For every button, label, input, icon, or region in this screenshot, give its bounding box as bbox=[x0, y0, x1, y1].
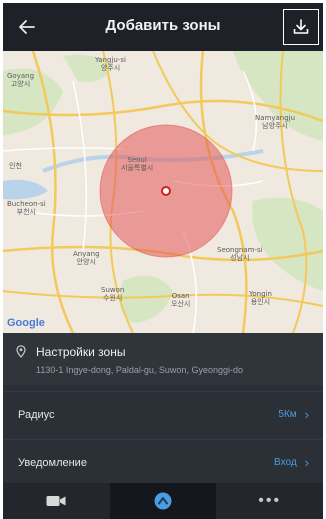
app-screen: Добавить зоны Goyang 고양시 Yangju-si 양주시 N… bbox=[3, 3, 323, 519]
zone-settings-header: Настройки зоны 1130-1 Ingye-dong, Paldal… bbox=[3, 333, 323, 385]
map-label-namyangju: Namyangju 남양주시 bbox=[255, 114, 296, 130]
google-logo: Google bbox=[7, 317, 45, 329]
bottom-navigation: ••• bbox=[3, 483, 323, 519]
map-view[interactable]: Goyang 고양시 Yangju-si 양주시 Namyangju 남양주시 … bbox=[3, 51, 323, 333]
map-label-bucheon: Bucheon-si 부천시 bbox=[7, 200, 46, 216]
page-title: Добавить зоны bbox=[105, 17, 221, 34]
back-button[interactable] bbox=[13, 13, 41, 41]
zone-address: 1130-1 Ingye-dong, Paldal-gu, Suwon, Gye… bbox=[36, 365, 243, 375]
map-label-incheon: 인천 bbox=[9, 162, 22, 170]
nav-location[interactable] bbox=[109, 483, 217, 519]
location-icon bbox=[154, 492, 172, 510]
nav-more[interactable]: ••• bbox=[216, 483, 323, 519]
nav-video[interactable] bbox=[3, 483, 110, 519]
radius-row[interactable]: Радиус 5Км › bbox=[3, 391, 323, 437]
zone-layer bbox=[99, 124, 233, 258]
map-label-suwon: Suwon 수원시 bbox=[101, 286, 125, 302]
notification-row[interactable]: Уведомление Вход › bbox=[3, 439, 323, 485]
map-label-seoul: Seoul 서울특별시 bbox=[121, 156, 154, 172]
download-icon bbox=[293, 19, 309, 34]
video-camera-icon bbox=[46, 496, 66, 506]
map-label-yongin: Yongin 용인시 bbox=[249, 290, 272, 306]
map-label-yangju: Yangju-si 양주시 bbox=[95, 56, 126, 72]
arrow-left-icon bbox=[19, 20, 35, 34]
chevron-right-icon: › bbox=[304, 455, 309, 470]
chevron-right-icon: › bbox=[304, 407, 309, 422]
map-pin-icon bbox=[16, 345, 26, 358]
zone-settings-title: Настройки зоны bbox=[36, 345, 126, 359]
notification-label: Уведомление bbox=[18, 456, 87, 469]
zone-settings-panel: Настройки зоны 1130-1 Ingye-dong, Paldal… bbox=[3, 333, 323, 483]
map-label-osan: Osan 오산시 bbox=[171, 292, 191, 308]
notification-value: Вход bbox=[274, 457, 297, 468]
radius-label: Радиус bbox=[18, 408, 55, 421]
map-label-seongnam: Seongnam-si 성남시 bbox=[217, 246, 263, 262]
radius-value: 5Км bbox=[278, 409, 297, 420]
map-label-anyang: Anyang 안양시 bbox=[73, 250, 100, 266]
map-label-goyang: Goyang 고양시 bbox=[7, 72, 35, 88]
download-button[interactable] bbox=[283, 9, 319, 45]
top-bar: Добавить зоны bbox=[3, 3, 323, 51]
zone-center-marker[interactable] bbox=[161, 186, 171, 196]
more-icon: ••• bbox=[258, 492, 282, 509]
